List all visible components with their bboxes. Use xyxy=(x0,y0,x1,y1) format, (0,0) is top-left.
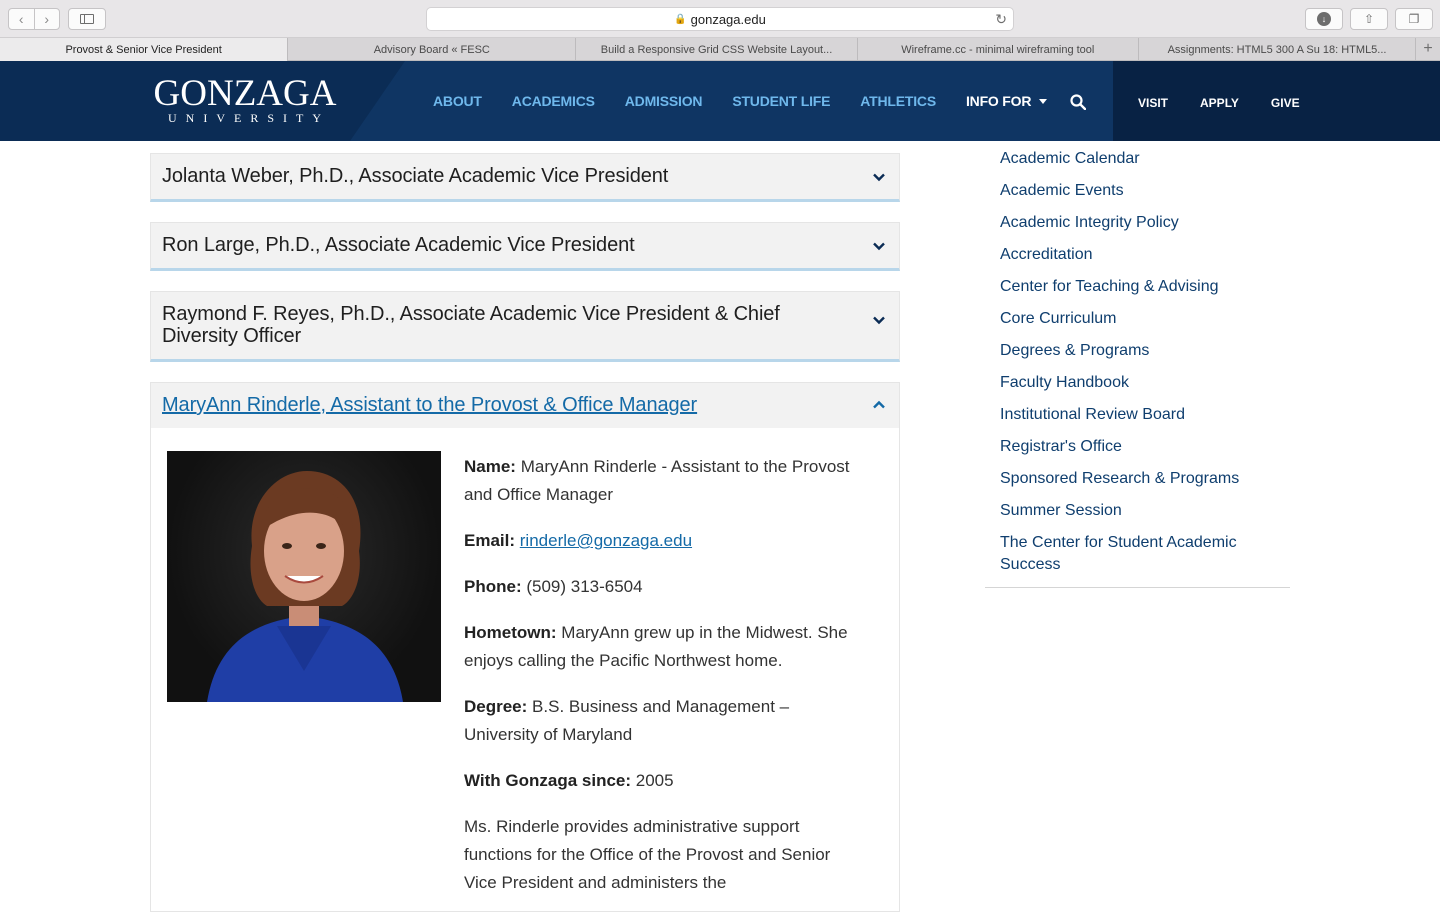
tab-label: Wireframe.cc - minimal wireframing tool xyxy=(901,43,1095,56)
url-text: gonzaga.edu xyxy=(690,11,766,27)
accordion-title: MaryAnn Rinderle, Assistant to the Provo… xyxy=(162,394,698,416)
browser-toolbar: ‹ › 🔒 gonzaga.edu ↻ ↓ ⇧ ❐ xyxy=(0,0,1440,38)
nav-admission[interactable]: ADMISSION xyxy=(625,93,703,109)
logo-wordmark: GONZAGA xyxy=(153,73,337,114)
accordion-jolanta-weber[interactable]: Jolanta Weber, Ph.D., Associate Academic… xyxy=(150,153,900,202)
gonzaga-logo[interactable]: GONZAGA UNIVERSITY xyxy=(150,73,340,125)
name-value: MaryAnn Rinderle - Assistant to the Prov… xyxy=(464,457,850,504)
chevron-down-icon xyxy=(873,242,885,251)
reload-icon[interactable]: ↻ xyxy=(995,11,1007,28)
nav-athletics[interactable]: ATHLETICS xyxy=(860,93,936,109)
tab-advisory-board[interactable]: Advisory Board « FESC xyxy=(288,38,577,61)
share-icon: ⇧ xyxy=(1363,12,1375,26)
portrait-illustration xyxy=(207,471,403,702)
profile-email: Email: rinderle@gonzaga.edu xyxy=(464,527,854,555)
profile-details: Name: MaryAnn Rinderle - Assistant to th… xyxy=(464,453,854,915)
tabs-icon: ❐ xyxy=(1408,12,1420,26)
tab-label: Provost & Senior Vice President xyxy=(65,43,222,56)
tab-wireframe[interactable]: Wireframe.cc - minimal wireframing tool xyxy=(858,38,1139,61)
sidebar-item-center-teaching-advising[interactable]: Center for Teaching & Advising xyxy=(1000,276,1280,298)
sidebar-item-faculty-handbook[interactable]: Faculty Handbook xyxy=(1000,372,1280,394)
sidebar-toggle-button[interactable] xyxy=(68,8,106,30)
logo-subtitle: UNIVERSITY xyxy=(168,111,330,125)
new-tab-button[interactable]: + xyxy=(1416,38,1440,60)
main-nav: ABOUT ACADEMICS ADMISSION STUDENT LIFE A… xyxy=(433,93,1077,109)
sidebar-item-student-academic-success[interactable]: The Center for Student Academic Success xyxy=(1000,532,1245,576)
profile-degree: Degree: B.S. Business and Management – U… xyxy=(464,693,854,749)
sidebar-item-sponsored-research[interactable]: Sponsored Research & Programs xyxy=(1000,468,1280,490)
sidebar-item-degrees-programs[interactable]: Degrees & Programs xyxy=(1000,340,1280,362)
sidebar-item-academic-integrity-policy[interactable]: Academic Integrity Policy xyxy=(1000,212,1280,234)
sidebar-item-academic-events[interactable]: Academic Events xyxy=(1000,180,1280,202)
nav-about[interactable]: ABOUT xyxy=(433,93,482,109)
accordion-title: Raymond F. Reyes, Ph.D., Associate Acade… xyxy=(162,303,780,347)
profile-bio: Ms. Rinderle provides administrative sup… xyxy=(464,817,831,892)
search-icon[interactable] xyxy=(1070,94,1086,110)
phone-label: Phone: xyxy=(464,577,522,596)
accordion-raymond-reyes[interactable]: Raymond F. Reyes, Ph.D., Associate Acade… xyxy=(150,291,900,362)
chevron-down-icon xyxy=(873,316,885,325)
nav-info-for-label: INFO FOR xyxy=(965,93,1032,109)
accordion-ron-large[interactable]: Ron Large, Ph.D., Associate Academic Vic… xyxy=(150,222,900,271)
history-nav: ‹ › xyxy=(8,8,60,30)
sidebar-item-accreditation[interactable]: Accreditation xyxy=(1000,244,1280,266)
name-label: Name: xyxy=(464,457,516,476)
share-button[interactable]: ⇧ xyxy=(1350,8,1388,30)
profile-since: With Gonzaga since: 2005 xyxy=(464,767,854,795)
nav-academics[interactable]: ACADEMICS xyxy=(512,93,595,109)
degree-label: Degree: xyxy=(464,697,528,716)
accordion-maryann-rinderle: MaryAnn Rinderle, Assistant to the Provo… xyxy=(150,382,900,912)
forward-icon[interactable]: › xyxy=(35,9,60,29)
caret-down-icon xyxy=(1039,98,1048,104)
profile-phone: Phone: (509) 313-6504 xyxy=(464,573,854,601)
sidebar-item-academic-calendar[interactable]: Academic Calendar xyxy=(1000,148,1280,170)
tab-label: Assignments: HTML5 300 A Su 18: HTML5... xyxy=(1167,43,1387,56)
sidebar-item-institutional-review-board[interactable]: Institutional Review Board xyxy=(1000,404,1280,426)
give-link[interactable]: GIVE xyxy=(1271,96,1300,110)
nav-student-life[interactable]: STUDENT LIFE xyxy=(732,93,830,109)
sidebar-item-summer-session[interactable]: Summer Session xyxy=(1000,500,1280,522)
tab-label: Advisory Board « FESC xyxy=(373,43,490,56)
downloads-button[interactable]: ↓ xyxy=(1305,8,1343,30)
site-header: GONZAGA UNIVERSITY ABOUT ACADEMICS ADMIS… xyxy=(0,61,1440,141)
tab-label: Build a Responsive Grid CSS Website Layo… xyxy=(600,43,833,56)
since-value: 2005 xyxy=(635,771,674,790)
tab-assignments[interactable]: Assignments: HTML5 300 A Su 18: HTML5... xyxy=(1139,38,1417,61)
profile-photo xyxy=(167,451,441,702)
utility-nav: VISIT APPLY GIVE xyxy=(1138,96,1332,110)
visit-link[interactable]: VISIT xyxy=(1138,96,1168,110)
tabs-overview-button[interactable]: ❐ xyxy=(1395,8,1433,30)
profile-hometown: Hometown: MaryAnn grew up in the Midwest… xyxy=(464,619,854,675)
hometown-label: Hometown: xyxy=(464,623,557,642)
sidebar-item-core-curriculum[interactable]: Core Curriculum xyxy=(1000,308,1280,330)
sidebar-icon xyxy=(80,14,94,24)
chevron-up-icon xyxy=(873,400,885,409)
since-label: With Gonzaga since: xyxy=(464,771,632,790)
accordion-title: Jolanta Weber, Ph.D., Associate Academic… xyxy=(162,165,669,187)
tab-provost[interactable]: Provost & Senior Vice President xyxy=(0,38,289,61)
email-label: Email: xyxy=(464,531,516,550)
tab-grid-css[interactable]: Build a Responsive Grid CSS Website Layo… xyxy=(576,38,858,61)
profile-name: Name: MaryAnn Rinderle - Assistant to th… xyxy=(464,453,854,509)
nav-info-for[interactable]: INFO FOR xyxy=(965,93,1048,109)
address-bar[interactable]: 🔒 gonzaga.edu ↻ xyxy=(426,7,1014,31)
accordion-header[interactable]: MaryAnn Rinderle, Assistant to the Provo… xyxy=(151,383,899,428)
lock-icon: 🔒 xyxy=(674,13,687,25)
back-icon[interactable]: ‹ xyxy=(9,9,35,29)
accordion-title: Ron Large, Ph.D., Associate Academic Vic… xyxy=(162,234,635,256)
tab-bar: Provost & Senior Vice President Advisory… xyxy=(0,38,1440,61)
academics-sidebar: Academic Calendar Academic Events Academ… xyxy=(1000,148,1280,586)
sidebar-divider xyxy=(985,587,1290,588)
download-icon: ↓ xyxy=(1317,12,1331,26)
sidebar-item-registrars-office[interactable]: Registrar's Office xyxy=(1000,436,1280,458)
apply-link[interactable]: APPLY xyxy=(1200,96,1239,110)
email-link[interactable]: rinderle@gonzaga.edu xyxy=(520,531,692,550)
plus-icon: + xyxy=(1423,40,1433,57)
phone-value: (509) 313-6504 xyxy=(526,577,643,596)
chevron-down-icon xyxy=(873,173,885,182)
